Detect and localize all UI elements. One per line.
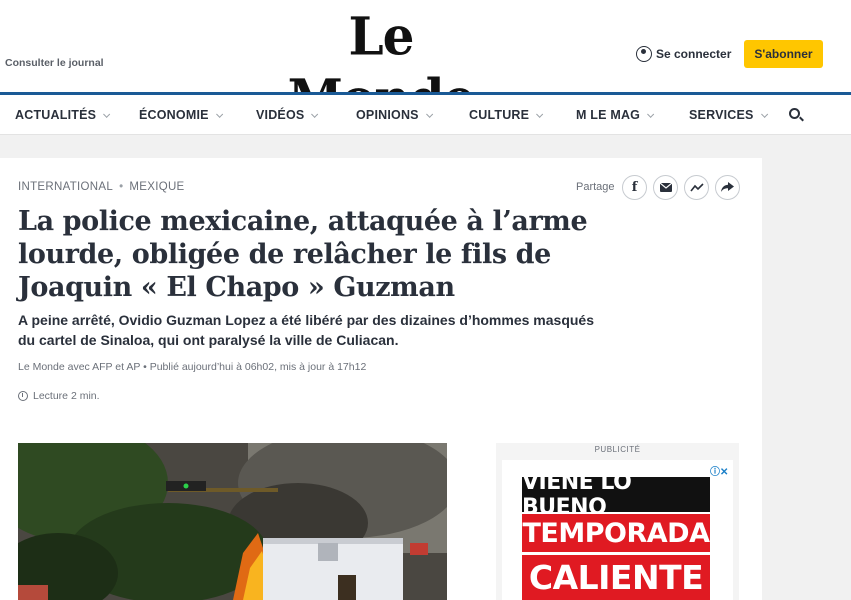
chevron-down-icon <box>647 110 655 118</box>
more-share-button[interactable] <box>715 175 740 200</box>
article-photo <box>18 443 447 600</box>
ad-choices-icon[interactable]: ⓘ✕ <box>710 463 728 478</box>
nav-item-actualites[interactable]: ACTUALITÉS <box>15 108 111 122</box>
messenger-icon <box>689 182 704 191</box>
consulter-journal-link[interactable]: Consulter le journal <box>5 57 104 69</box>
reading-time: Lecture 2 min. <box>18 390 100 402</box>
clock-icon <box>18 391 28 401</box>
ad-tagline[interactable]: CALIENTE <box>522 555 710 600</box>
login-label: Se connecter <box>656 47 732 61</box>
chevron-down-icon <box>425 110 433 118</box>
article-lead: A peine arrêté, Ovidio Guzman Lopez a ét… <box>18 312 594 348</box>
chevron-down-icon <box>215 110 223 118</box>
ad-label: PUBLICITÉ <box>594 445 641 454</box>
nav-item-economie[interactable]: ÉCONOMIE <box>139 108 223 122</box>
chevron-down-icon <box>311 110 319 118</box>
article-date: Publié aujourd’hui à 06h02, mis à jour à… <box>149 361 367 373</box>
subscribe-button[interactable]: S'abonner <box>744 40 823 68</box>
nav-item-m-le-mag[interactable]: M LE MAG <box>576 108 655 122</box>
ad-subheadline[interactable]: TEMPORADA <box>522 514 710 552</box>
search-icon[interactable] <box>789 108 800 119</box>
ad-headline[interactable]: VIENE LO BUENO <box>522 470 710 520</box>
facebook-icon: f <box>631 180 638 195</box>
email-icon <box>659 183 672 192</box>
breadcrumb: INTERNATIONAL • MEXIQUE <box>18 181 185 193</box>
article-meta: Le Monde avec AFP et AP • Publié aujourd… <box>18 361 367 373</box>
breadcrumb-international[interactable]: INTERNATIONAL <box>18 181 113 193</box>
login-button[interactable]: Se connecter <box>636 46 731 62</box>
breadcrumb-mexique[interactable]: MEXIQUE <box>129 181 184 193</box>
chevron-down-icon <box>760 110 768 118</box>
email-share-button[interactable] <box>653 175 678 200</box>
facebook-share-button[interactable]: f <box>622 175 647 200</box>
user-icon <box>636 46 652 62</box>
chevron-down-icon <box>536 110 544 118</box>
breadcrumb-separator: • <box>119 181 124 193</box>
share-label: Partage <box>576 181 615 193</box>
main-nav: ACTUALITÉS ÉCONOMIE VIDÉOS OPINIONS CULT… <box>0 95 851 135</box>
nav-item-videos[interactable]: VIDÉOS <box>256 108 319 122</box>
article-photo-image <box>18 443 447 600</box>
messenger-share-button[interactable] <box>684 175 709 200</box>
article-author: Le Monde avec AFP et AP <box>18 361 141 373</box>
nav-item-services[interactable]: SERVICES <box>689 108 768 122</box>
share-arrow-icon <box>721 182 734 192</box>
chevron-down-icon <box>103 110 111 118</box>
article-title: La police mexicaine, attaquée à l’arme l… <box>18 206 588 303</box>
nav-item-culture[interactable]: CULTURE <box>469 108 544 122</box>
nav-item-opinions[interactable]: OPINIONS <box>356 108 433 122</box>
reading-time-label: Lecture 2 min. <box>33 390 100 402</box>
